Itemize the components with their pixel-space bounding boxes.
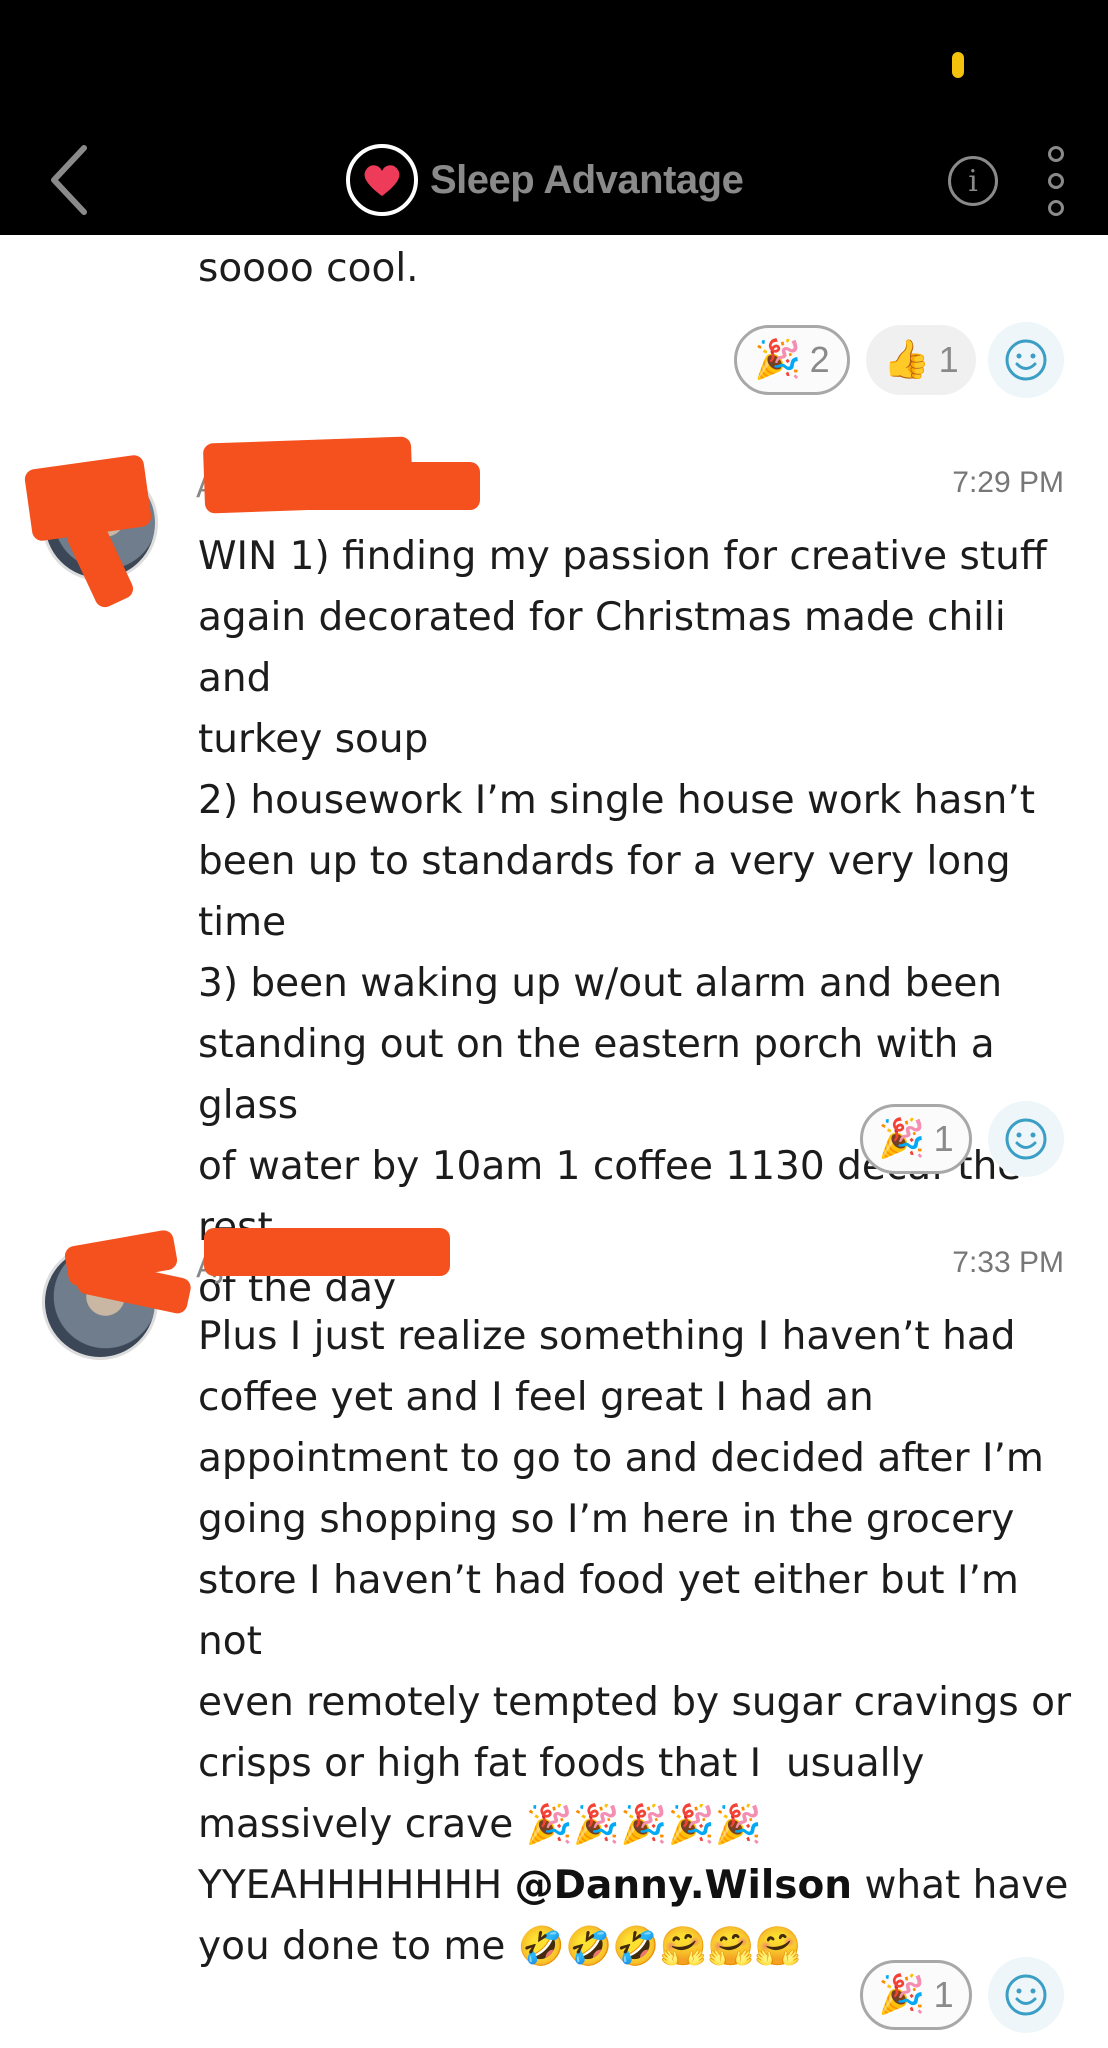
add-reaction-button[interactable] <box>988 1957 1064 2033</box>
reaction-count: 1 <box>933 1974 954 2015</box>
party-popper-icon: 🎉 <box>878 1974 926 2016</box>
message-line: you done to me <box>198 1924 518 1969</box>
reaction-count: 2 <box>809 339 830 380</box>
reaction-party[interactable]: 🎉 2 <box>734 325 850 395</box>
message-text: Plus I just realize something I haven’t … <box>198 1306 1078 1977</box>
message-text: soooo cool. <box>198 246 419 291</box>
message-text: WIN 1) finding my passion for creative s… <box>198 534 1047 1311</box>
party-popper-icon: 🎉 <box>878 1118 926 1160</box>
smiley-icon <box>1005 339 1047 381</box>
party-popper-icon: 🎉 <box>754 339 802 381</box>
add-reaction-button[interactable] <box>988 1101 1064 1177</box>
heart-icon <box>346 144 418 216</box>
redaction-mark <box>204 1228 450 1276</box>
laugh-hug-emoji-row: 🤣🤣🤣🤗🤗🤗 <box>517 1924 802 1968</box>
info-icon[interactable]: i <box>948 156 998 206</box>
page-title: Sleep Advantage <box>430 157 744 202</box>
reaction-party[interactable]: 🎉 1 <box>860 1960 972 2030</box>
reaction-count: 1 <box>933 1118 954 1159</box>
thumbs-up-icon: 👍 <box>883 339 931 381</box>
smiley-icon <box>1005 1118 1047 1160</box>
reaction-thumbs-up[interactable]: 👍 1 <box>866 325 976 395</box>
party-emoji-row: 🎉🎉🎉🎉🎉 <box>525 1802 763 1846</box>
message-body: Plus I just realize something I haven’t … <box>198 1314 1072 1847</box>
reaction-party[interactable]: 🎉 1 <box>860 1104 972 1174</box>
status-indicator <box>952 52 964 78</box>
message-line: YYEAHHHHHHH <box>198 1863 515 1908</box>
message-line: what have <box>852 1863 1069 1908</box>
message-time: 7:33 PM <box>952 1246 1064 1279</box>
more-options-icon[interactable] <box>1044 146 1068 216</box>
smiley-icon <box>1005 1974 1047 2016</box>
back-chevron-icon[interactable] <box>42 140 102 220</box>
message-time: 7:29 PM <box>952 466 1064 499</box>
redaction-mark <box>272 462 480 510</box>
reaction-count: 1 <box>938 339 959 380</box>
chat-title[interactable]: Sleep Advantage <box>346 140 744 220</box>
add-reaction-button[interactable] <box>988 322 1064 398</box>
top-bar: Sleep Advantage i <box>0 0 1108 235</box>
user-mention-link[interactable]: @Danny.Wilson <box>515 1863 852 1908</box>
